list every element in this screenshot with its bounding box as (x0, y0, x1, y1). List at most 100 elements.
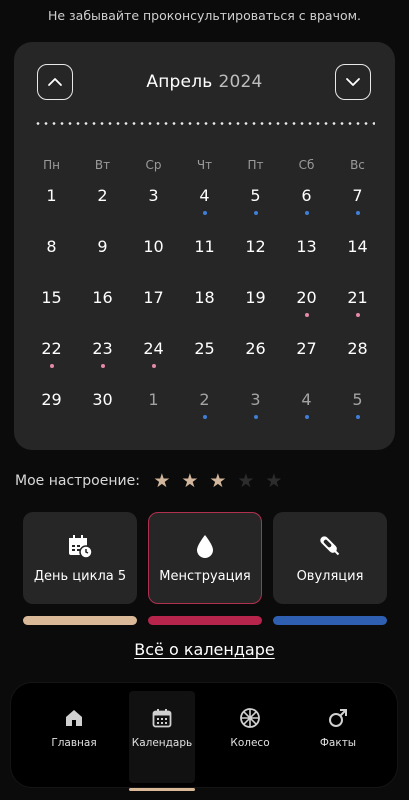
period-dot (151, 364, 156, 368)
calendar-day[interactable]: 24 (128, 329, 179, 380)
star-icon[interactable]: ★ (232, 470, 260, 492)
calendar-day[interactable]: 23 (77, 329, 128, 380)
mood-section: Мое настроение: ★ ★ ★ ★ ★ (15, 470, 288, 492)
day-number: 1 (46, 186, 57, 205)
calendar-day[interactable]: 29 (26, 380, 77, 431)
calendar-day[interactable]: 21 (332, 278, 383, 329)
calendar-day[interactable]: 22 (26, 329, 77, 380)
calendar-day[interactable]: 9 (77, 227, 128, 278)
calendar-day[interactable]: 2 (77, 176, 128, 227)
chevron-down-icon (346, 78, 360, 86)
cycle-day-card[interactable]: День цикла 5 (23, 512, 137, 604)
calendar-day[interactable]: 7 (332, 176, 383, 227)
calendar-icon (152, 709, 172, 728)
day-number: 5 (250, 186, 261, 205)
calendar-day[interactable]: 19 (230, 278, 281, 329)
day-number: 1 (148, 390, 159, 409)
calendar-week-row: 1 2 3 4 5 6 7 (26, 176, 383, 227)
calendar-day[interactable]: 17 (128, 278, 179, 329)
day-number: 5 (352, 390, 363, 409)
calendar-day[interactable]: 28 (332, 329, 383, 380)
calendar-day[interactable]: 3 (128, 176, 179, 227)
star-icon[interactable]: ★ (204, 470, 232, 492)
ovulation-dot (355, 415, 360, 419)
day-number: 9 (97, 237, 108, 256)
calendar-day[interactable]: 5 (332, 380, 383, 431)
about-calendar-link[interactable]: Всё о календаре (0, 640, 409, 659)
calendar-week-row: 22 23 24 25 26 27 28 (26, 329, 383, 380)
calendar-day[interactable]: 8 (26, 227, 77, 278)
star-icon[interactable]: ★ (176, 470, 204, 492)
calendar-day[interactable]: 15 (26, 278, 77, 329)
day-number: 6 (301, 186, 312, 205)
calendar-day[interactable]: 4 (179, 176, 230, 227)
weekday-label: Пт (247, 158, 264, 172)
day-number: 26 (245, 339, 266, 358)
nav-label-wheel: Колесо (230, 737, 270, 749)
day-number: 10 (143, 237, 164, 256)
ovulation-dot (202, 415, 207, 419)
day-number: 17 (143, 288, 164, 307)
calendar-day[interactable]: 18 (179, 278, 230, 329)
calendar-week-row: 29 30 1 2 3 4 5 (26, 380, 383, 431)
year-label: 2024 (218, 72, 263, 92)
day-number: 28 (347, 339, 368, 358)
day-number: 15 (41, 288, 62, 307)
calendar-day[interactable]: 30 (77, 380, 128, 431)
ovulation-dot (253, 415, 258, 419)
calendar-day[interactable]: 4 (281, 380, 332, 431)
day-number: 2 (199, 390, 210, 409)
ovulation-bar (273, 616, 387, 625)
calendar-day[interactable]: 1 (128, 380, 179, 431)
next-month-button[interactable] (335, 64, 371, 100)
calendar-day[interactable]: 11 (179, 227, 230, 278)
weekday-label: Ср (145, 158, 162, 172)
ovulation-dot (253, 211, 258, 215)
calendar-day[interactable]: 1 (26, 176, 77, 227)
nav-label-home: Главная (51, 737, 97, 749)
active-tab-indicator (129, 788, 195, 791)
day-number: 19 (245, 288, 266, 307)
calendar-day[interactable]: 13 (281, 227, 332, 278)
calendar-day[interactable]: 10 (128, 227, 179, 278)
menstruation-card[interactable]: Менструация (148, 512, 262, 604)
day-number: 29 (41, 390, 62, 409)
male-icon (329, 709, 347, 727)
day-number: 8 (46, 237, 57, 256)
calendar-day[interactable]: 2 (179, 380, 230, 431)
wheel-icon (240, 708, 260, 728)
star-icon[interactable]: ★ (148, 470, 176, 492)
weekday-label: Вс (350, 158, 365, 172)
day-number: 4 (301, 390, 312, 409)
calendar-day[interactable]: 20 (281, 278, 332, 329)
nav-item-wheel[interactable]: Колесо (217, 705, 283, 775)
calendar-day[interactable]: 25 (179, 329, 230, 380)
calendar-day[interactable]: 5 (230, 176, 281, 227)
day-number: 18 (194, 288, 215, 307)
calendar-day[interactable]: 6 (281, 176, 332, 227)
nav-item-calendar[interactable]: Календарь (129, 691, 195, 791)
calendar-day[interactable]: 26 (230, 329, 281, 380)
calendar-week-row: 15 16 17 18 19 20 21 (26, 278, 383, 329)
ovulation-dot (355, 211, 360, 215)
month-label: Апрель (146, 72, 213, 92)
calendar-week-row: 8 9 10 11 12 13 14 (26, 227, 383, 278)
menstruation-label: Менструация (159, 568, 251, 584)
ovulation-card[interactable]: Овуляция (273, 512, 387, 604)
calendar-day[interactable]: 3 (230, 380, 281, 431)
calendar-card: Апрель 2024 Пн Вт Ср Чт Пт Сб Вс 1 2 3 4 5 6 7 8 9 10 11 1… (14, 42, 395, 450)
ovulation-dot (304, 211, 309, 215)
day-number: 20 (296, 288, 317, 307)
calendar-day[interactable]: 14 (332, 227, 383, 278)
nav-item-facts[interactable]: Факты (305, 705, 371, 775)
period-dot (100, 364, 105, 368)
calendar-day[interactable]: 27 (281, 329, 332, 380)
day-number: 14 (347, 237, 368, 256)
weeks-container: 1 2 3 4 5 6 7 8 9 10 11 12 13 14 15 16 17 18 19 20 21 22 23 24 2… (26, 176, 383, 431)
calendar-day[interactable]: 12 (230, 227, 281, 278)
day-number: 25 (194, 339, 215, 358)
day-number: 16 (92, 288, 113, 307)
star-icon[interactable]: ★ (260, 470, 288, 492)
nav-item-home[interactable]: Главная (41, 705, 107, 775)
calendar-day[interactable]: 16 (77, 278, 128, 329)
